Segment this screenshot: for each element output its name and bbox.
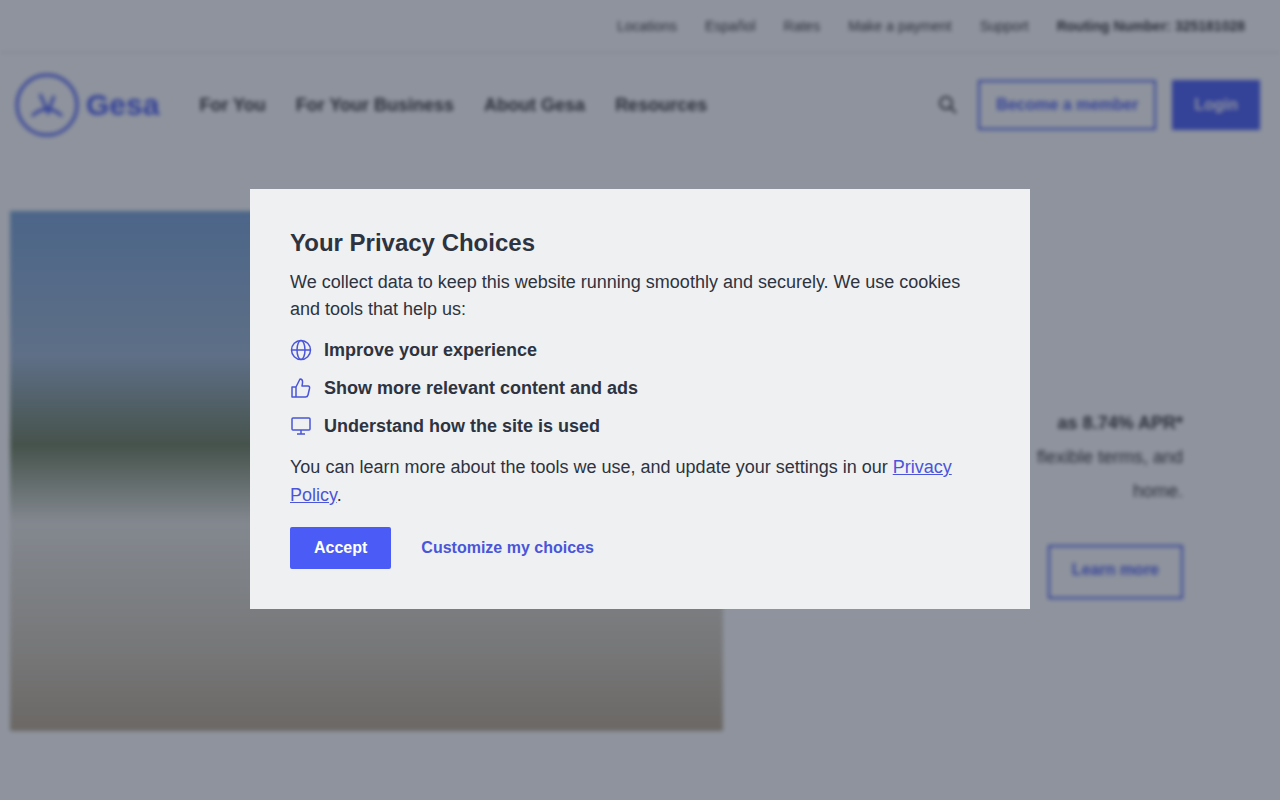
monitor-icon [290, 415, 312, 437]
purpose-label: Improve your experience [324, 340, 537, 361]
purpose-item: Understand how the site is used [290, 413, 990, 439]
policy-text: You can learn more about the tools we us… [290, 453, 990, 509]
dialog-title: Your Privacy Choices [290, 227, 990, 259]
purpose-item: Improve your experience [290, 337, 990, 363]
modal-overlay: Your Privacy Choices We collect data to k… [0, 0, 1280, 800]
privacy-policy-link[interactable]: Privacy Policy [290, 457, 952, 505]
globe-icon [290, 339, 312, 361]
purpose-label: Show more relevant content and ads [324, 378, 638, 399]
page: LocationsEspañolRatesMake a paymentSuppo… [0, 0, 1280, 800]
privacy-dialog: Your Privacy Choices We collect data to k… [250, 189, 1030, 609]
dialog-intro: We collect data to keep this website run… [290, 269, 990, 323]
dialog-buttons: Accept Customize my choices [290, 527, 990, 569]
purpose-list: Improve your experience Show more relevan… [290, 337, 990, 439]
purpose-label: Understand how the site is used [324, 416, 600, 437]
customize-button[interactable]: Customize my choices [421, 539, 594, 557]
purpose-item: Show more relevant content and ads [290, 375, 990, 401]
accept-button[interactable]: Accept [290, 527, 391, 569]
thumbs-up-icon [290, 377, 312, 399]
